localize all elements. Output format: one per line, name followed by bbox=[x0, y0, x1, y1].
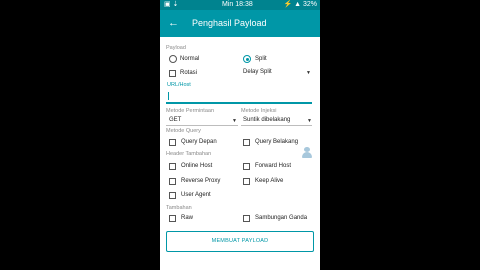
double-connection-checkbox[interactable] bbox=[243, 215, 250, 222]
status-time: Min 18:38 bbox=[222, 1, 253, 8]
request-method-select[interactable]: GET bbox=[169, 117, 181, 123]
url-host-label: URL/Host bbox=[167, 82, 191, 88]
split-radio-label: Split bbox=[255, 56, 267, 62]
query-front-checkbox[interactable] bbox=[169, 139, 176, 146]
request-method-label: Metode Permintaan bbox=[166, 108, 214, 114]
addition-label: Tambahan bbox=[166, 205, 192, 211]
split-type-select[interactable]: Delay Split bbox=[243, 69, 272, 75]
raw-checkbox[interactable] bbox=[169, 215, 176, 222]
user-agent-checkbox[interactable] bbox=[169, 192, 176, 199]
injection-method-dropdown-icon[interactable]: ▼ bbox=[307, 118, 312, 124]
normal-radio[interactable] bbox=[169, 55, 177, 63]
signal-icon: ⚡ ▲ bbox=[283, 1, 302, 8]
form-content: Payload Normal Split Rotasi Delay Split … bbox=[160, 37, 320, 270]
left-letterbox bbox=[0, 0, 160, 270]
page-title: Penghasil Payload bbox=[192, 18, 267, 28]
url-host-underline bbox=[166, 102, 312, 104]
query-back-checkbox[interactable] bbox=[243, 139, 250, 146]
forward-host-checkbox[interactable] bbox=[243, 163, 250, 170]
phone-screen: ▣ ⇣ Min 18:38 ⚡ ▲ 32% ← Penghasil Payloa… bbox=[160, 0, 320, 270]
text-cursor bbox=[168, 92, 169, 100]
status-bar: ▣ ⇣ Min 18:38 ⚡ ▲ 32% bbox=[160, 0, 320, 10]
split-type-dropdown-icon[interactable]: ▼ bbox=[306, 70, 311, 76]
query-front-label: Query Depan bbox=[181, 139, 217, 145]
app-bar: ← Penghasil Payload bbox=[160, 10, 320, 37]
split-radio[interactable] bbox=[243, 55, 251, 63]
query-back-label: Query Belakang bbox=[255, 139, 299, 145]
back-arrow-icon[interactable]: ← bbox=[168, 16, 179, 30]
rotasi-checkbox[interactable] bbox=[169, 70, 176, 77]
query-method-label: Metode Query bbox=[166, 128, 201, 134]
request-method-underline bbox=[166, 125, 238, 126]
notification-icons: ▣ ⇣ bbox=[164, 1, 179, 8]
online-host-checkbox[interactable] bbox=[169, 163, 176, 170]
extra-header-label: Header Tambahan bbox=[166, 151, 212, 157]
keep-alive-checkbox[interactable] bbox=[243, 178, 250, 185]
injection-method-label: Metode Injeksi bbox=[241, 108, 277, 114]
injection-method-underline bbox=[241, 125, 312, 126]
reverse-proxy-checkbox[interactable] bbox=[169, 178, 176, 185]
forward-host-label: Forward Host bbox=[255, 163, 292, 169]
injection-method-select[interactable]: Suntik dibelakang bbox=[243, 117, 290, 123]
user-avatar-icon[interactable] bbox=[301, 147, 313, 159]
avatar-body bbox=[302, 152, 312, 158]
battery-level: 32% bbox=[302, 1, 317, 8]
request-method-dropdown-icon[interactable]: ▼ bbox=[232, 118, 237, 124]
normal-radio-label: Normal bbox=[180, 56, 200, 62]
rotasi-label: Rotasi bbox=[180, 70, 198, 76]
status-right: ⚡ ▲ 32% bbox=[283, 0, 317, 10]
generate-payload-button[interactable]: MEMBUAT PAYLOAD bbox=[166, 231, 314, 252]
keep-alive-label: Keep Alive bbox=[255, 178, 284, 184]
reverse-proxy-label: Reverse Proxy bbox=[181, 178, 221, 184]
right-letterbox bbox=[320, 0, 480, 270]
online-host-label: Online Host bbox=[181, 163, 213, 169]
double-connection-label: Sambungan Ganda bbox=[255, 215, 308, 221]
user-agent-label: User Agent bbox=[181, 192, 211, 198]
payload-section-label: Payload bbox=[166, 45, 186, 51]
raw-label: Raw bbox=[181, 215, 194, 221]
